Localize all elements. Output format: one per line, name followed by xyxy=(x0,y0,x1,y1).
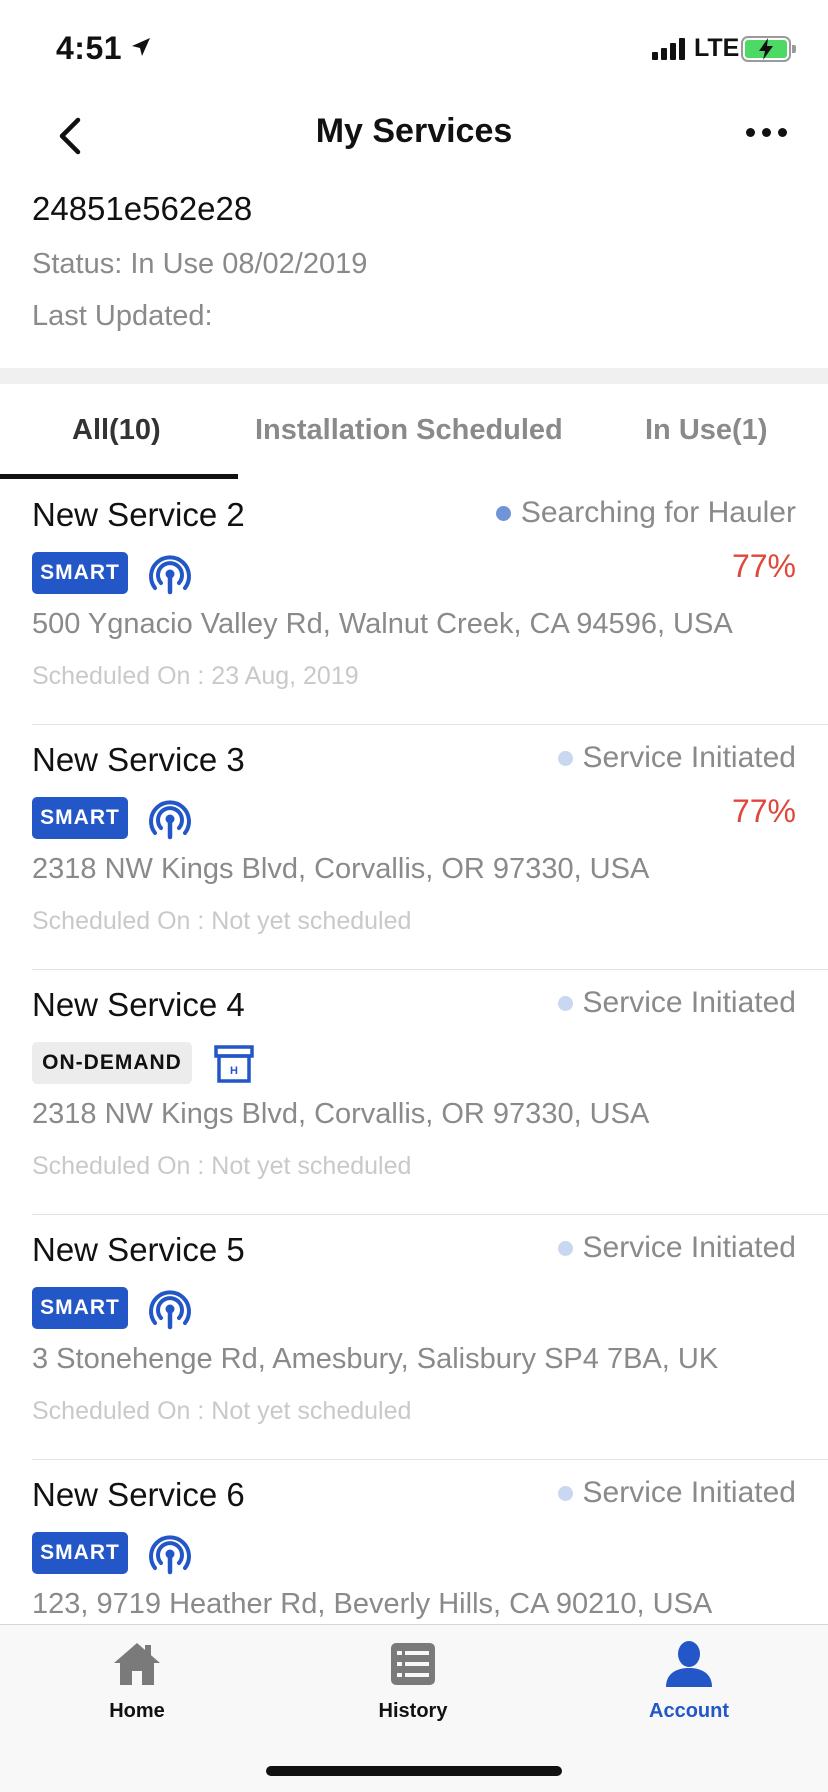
service-type-badge: ON-DEMAND xyxy=(32,1042,192,1084)
tab-in-use[interactable]: In Use(1) xyxy=(645,414,767,447)
sensor-signal-icon xyxy=(149,800,191,840)
nav-bar: My Services xyxy=(0,100,828,188)
service-name: New Service 4 xyxy=(32,986,245,1023)
status-bar: 4:51 LTE xyxy=(0,0,828,100)
service-name: New Service 3 xyxy=(32,741,245,778)
service-type-badge: SMART xyxy=(32,552,128,594)
service-card[interactable]: New Service 6 Service Initiated SMART 12… xyxy=(32,1460,828,1624)
state-dot-icon xyxy=(495,505,511,521)
dumpster-icon: H xyxy=(214,1045,254,1083)
tab-account[interactable]: Account xyxy=(589,1639,789,1723)
battery-icon xyxy=(741,36,796,62)
service-address: 500 Ygnacio Valley Rd, Walnut Creek, CA … xyxy=(32,608,733,640)
state-dot-icon xyxy=(557,1240,573,1256)
service-state: Service Initiated xyxy=(557,1231,796,1265)
sensor-signal-icon xyxy=(149,555,191,595)
service-card[interactable]: New Service 4 Service Initiated ON-DEMAN… xyxy=(32,970,828,1215)
page-title: My Services xyxy=(315,112,513,150)
fill-percentage: 77% xyxy=(731,548,796,584)
scheduled-on: Scheduled On : Not yet scheduled xyxy=(32,907,412,935)
service-card[interactable]: New Service 3 Service Initiated SMART 77… xyxy=(32,725,828,970)
sensor-signal-icon xyxy=(149,1290,191,1330)
service-list: New Service 2 Searching for Hauler SMART… xyxy=(0,480,828,1624)
tab-history[interactable]: History xyxy=(313,1639,513,1723)
location-arrow-icon xyxy=(132,38,150,56)
service-state-label: Searching for Hauler xyxy=(520,496,796,529)
network-type: LTE xyxy=(694,34,740,62)
service-address: 2318 NW Kings Blvd, Corvallis, OR 97330,… xyxy=(32,1098,650,1130)
service-card[interactable]: New Service 5 Service Initiated SMART 3 … xyxy=(32,1215,828,1460)
service-name: New Service 2 xyxy=(32,496,245,533)
sensor-signal-icon xyxy=(149,1535,191,1575)
service-header: 24851e562e28 Status: In Use 08/02/2019 L… xyxy=(32,190,367,333)
service-address: 2318 NW Kings Blvd, Corvallis, OR 97330,… xyxy=(32,853,650,885)
service-type-badge: SMART xyxy=(32,797,128,839)
tab-home[interactable]: Home xyxy=(37,1639,237,1723)
section-divider xyxy=(0,368,828,384)
tab-home-label: Home xyxy=(109,1700,165,1722)
history-list-icon xyxy=(391,1643,435,1685)
service-card[interactable]: New Service 2 Searching for Hauler SMART… xyxy=(32,480,828,725)
service-state-label: Service Initiated xyxy=(582,986,796,1019)
state-dot-icon xyxy=(557,995,573,1011)
service-name: New Service 5 xyxy=(32,1231,245,1268)
home-icon xyxy=(114,1643,160,1685)
fill-percentage: 77% xyxy=(731,793,796,829)
service-address: 123, 9719 Heather Rd, Beverly Hills, CA … xyxy=(32,1588,713,1620)
state-dot-icon xyxy=(557,750,573,766)
service-state: Service Initiated xyxy=(557,986,796,1020)
service-type-badge: SMART xyxy=(32,1287,128,1329)
active-tab-indicator xyxy=(0,474,238,479)
cell-signal-icon xyxy=(652,38,685,60)
more-options-icon[interactable] xyxy=(746,128,787,137)
home-indicator[interactable] xyxy=(266,1766,562,1776)
service-id: 24851e562e28 xyxy=(32,190,253,227)
scheduled-on: Scheduled On : Not yet scheduled xyxy=(32,1397,412,1425)
service-state: Searching for Hauler xyxy=(495,496,796,530)
service-status: Status: In Use 08/02/2019 xyxy=(32,248,368,280)
service-state-label: Service Initiated xyxy=(582,1231,796,1264)
service-state-label: Service Initiated xyxy=(582,1476,796,1509)
service-address: 3 Stonehenge Rd, Amesbury, Salisbury SP4… xyxy=(32,1343,719,1375)
service-name: New Service 6 xyxy=(32,1476,245,1513)
last-updated: Last Updated: xyxy=(32,300,213,332)
service-state: Service Initiated xyxy=(557,741,796,775)
tab-all[interactable]: All(10) xyxy=(72,414,161,447)
status-time: 4:51 xyxy=(56,30,123,66)
service-state: Service Initiated xyxy=(557,1476,796,1510)
svg-text:H: H xyxy=(230,1065,238,1077)
account-person-icon xyxy=(666,1641,712,1687)
filter-tabs: All(10) Installation Scheduled In Use(1) xyxy=(0,384,828,480)
service-type-badge: SMART xyxy=(32,1532,128,1574)
scheduled-on: Scheduled On : Not yet scheduled xyxy=(32,1152,412,1180)
state-dot-icon xyxy=(557,1485,573,1501)
tab-history-label: History xyxy=(378,1700,448,1722)
service-state-label: Service Initiated xyxy=(582,741,796,774)
scheduled-on: Scheduled On : 23 Aug, 2019 xyxy=(32,662,359,690)
tab-installation-scheduled[interactable]: Installation Scheduled xyxy=(255,414,563,447)
tab-account-label: Account xyxy=(649,1700,729,1722)
